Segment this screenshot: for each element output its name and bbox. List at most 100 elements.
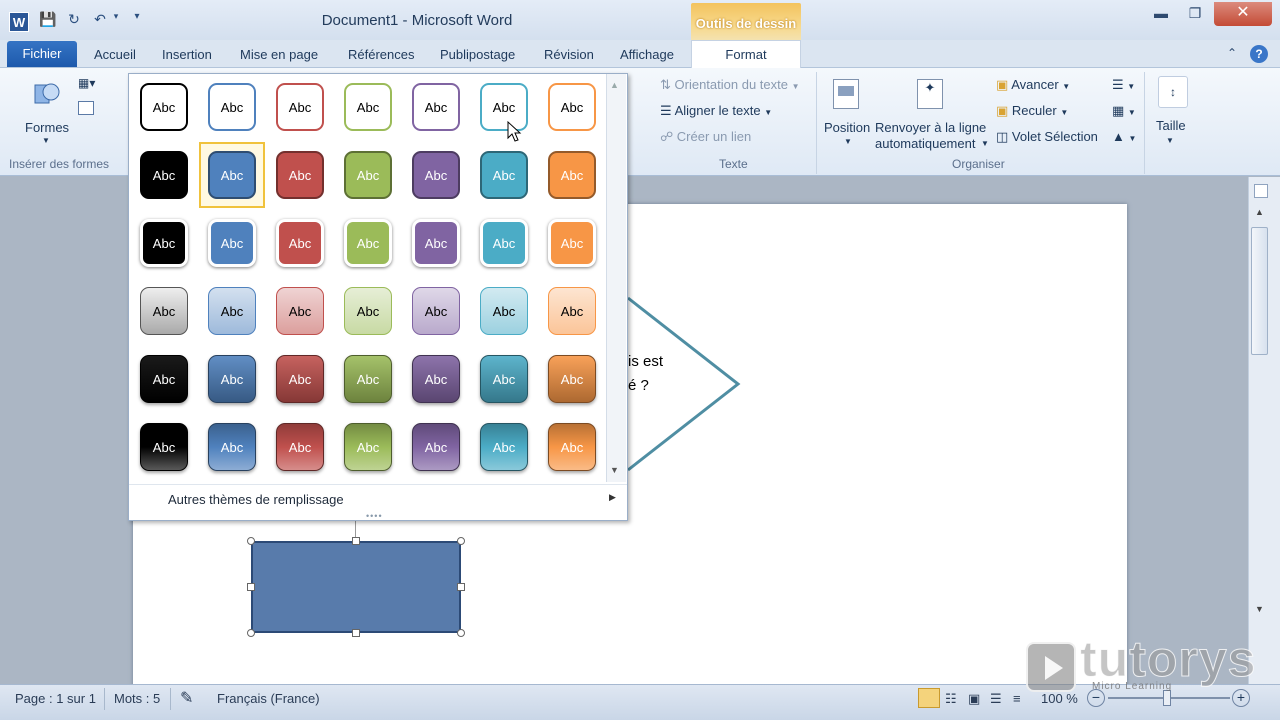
ruler-toggle-icon[interactable]: [1254, 184, 1268, 198]
zoom-slider-thumb[interactable]: [1163, 690, 1171, 706]
resize-handle[interactable]: [457, 629, 465, 637]
view-outline-icon[interactable]: ☰: [990, 691, 1002, 707]
gallery-scroll-up[interactable]: ▲: [610, 80, 619, 90]
minimize-button[interactable]: ▬: [1146, 5, 1176, 25]
tab-format[interactable]: Format: [691, 40, 801, 69]
wrap-text-icon[interactable]: ✦: [917, 79, 943, 109]
tab-revision[interactable]: Révision: [544, 47, 594, 62]
wrap-text-dropdown-icon[interactable]: ▼: [981, 139, 989, 148]
resize-handle[interactable]: [247, 583, 255, 591]
text-direction-button[interactable]: ⇅ Orientation du texte ▼: [660, 77, 800, 93]
style-swatch[interactable]: Abc: [344, 83, 392, 131]
style-swatch[interactable]: Abc: [208, 219, 256, 267]
send-backward-button[interactable]: ▣ Reculer ▼: [996, 103, 1068, 119]
shapes-icon[interactable]: [32, 80, 62, 108]
style-swatch[interactable]: Abc: [412, 83, 460, 131]
edit-shape-icon[interactable]: ▦▾: [78, 76, 102, 92]
style-swatch[interactable]: Abc: [140, 355, 188, 403]
resize-handle[interactable]: [247, 537, 255, 545]
position-icon[interactable]: [833, 79, 859, 109]
selection-pane-button[interactable]: ◫ Volet Sélection: [996, 129, 1098, 145]
style-swatch[interactable]: Abc: [276, 355, 324, 403]
close-button[interactable]: ✕: [1214, 2, 1272, 26]
style-swatch[interactable]: Abc: [208, 423, 256, 471]
scroll-down-arrow[interactable]: ▼: [1255, 604, 1264, 614]
resize-handle[interactable]: [352, 629, 360, 637]
style-swatch[interactable]: Abc: [276, 219, 324, 267]
gallery-scrollbar[interactable]: [606, 74, 626, 482]
style-swatch[interactable]: Abc: [344, 355, 392, 403]
tab-publipostage[interactable]: Publipostage: [440, 47, 515, 62]
shapes-button-label[interactable]: Formes: [25, 120, 69, 135]
style-swatch[interactable]: Abc: [548, 355, 596, 403]
style-swatch[interactable]: Abc: [208, 83, 256, 131]
tab-references[interactable]: Références: [348, 47, 414, 62]
style-swatch[interactable]: Abc: [412, 287, 460, 335]
tab-insertion[interactable]: Insertion: [162, 47, 212, 62]
view-print-layout-icon[interactable]: [918, 688, 940, 708]
align-text-button[interactable]: ☰ Aligner le texte ▼: [660, 103, 772, 119]
style-swatch[interactable]: Abc: [412, 151, 460, 199]
style-swatch[interactable]: Abc: [480, 219, 528, 267]
style-swatch[interactable]: Abc: [276, 151, 324, 199]
style-swatch[interactable]: Abc: [480, 287, 528, 335]
create-link-button[interactable]: ☍ Créer un lien: [660, 129, 751, 145]
selected-rectangle-shape[interactable]: [251, 541, 461, 633]
text-box-icon[interactable]: [78, 101, 94, 115]
proofing-icon[interactable]: ✎: [180, 688, 193, 708]
style-swatch[interactable]: Abc: [548, 287, 596, 335]
size-icon[interactable]: ↕: [1158, 76, 1188, 108]
tab-accueil[interactable]: Accueil: [94, 47, 136, 62]
collapse-ribbon-icon[interactable]: ⌃: [1227, 46, 1237, 60]
zoom-in-button[interactable]: +: [1232, 689, 1250, 707]
style-swatch[interactable]: Abc: [548, 219, 596, 267]
style-swatch[interactable]: Abc: [412, 423, 460, 471]
tab-file[interactable]: Fichier: [7, 41, 77, 67]
resize-handle[interactable]: [457, 583, 465, 591]
resize-handle[interactable]: [352, 537, 360, 545]
style-swatch[interactable]: Abc: [480, 423, 528, 471]
style-swatch[interactable]: Abc: [412, 219, 460, 267]
style-swatch[interactable]: Abc: [208, 355, 256, 403]
style-swatch[interactable]: Abc: [140, 423, 188, 471]
word-count[interactable]: Mots : 5: [114, 691, 160, 706]
style-swatch[interactable]: Abc: [140, 287, 188, 335]
group-icon[interactable]: ▦ ▼: [1112, 103, 1136, 119]
scroll-up-arrow[interactable]: ▲: [1255, 207, 1264, 217]
position-label[interactable]: Position: [824, 120, 870, 135]
style-swatch[interactable]: Abc: [548, 423, 596, 471]
view-web-icon[interactable]: ▣: [968, 691, 980, 707]
page-count[interactable]: Page : 1 sur 1: [15, 691, 96, 706]
style-swatch[interactable]: Abc: [480, 355, 528, 403]
zoom-level[interactable]: 100 %: [1041, 691, 1078, 706]
size-dropdown-icon[interactable]: ▼: [1166, 136, 1174, 145]
gallery-resize-grip[interactable]: ••••: [366, 511, 383, 521]
style-swatch[interactable]: Abc: [140, 83, 188, 131]
style-swatch[interactable]: Abc: [140, 219, 188, 267]
style-swatch[interactable]: Abc: [344, 151, 392, 199]
style-swatch[interactable]: Abc: [548, 151, 596, 199]
position-dropdown-icon[interactable]: ▼: [844, 137, 852, 146]
language-indicator[interactable]: Français (France): [217, 691, 320, 706]
tab-affichage[interactable]: Affichage: [620, 47, 674, 62]
style-swatch[interactable]: Abc: [344, 423, 392, 471]
style-swatch[interactable]: Abc: [208, 151, 256, 199]
view-reading-icon[interactable]: ☷: [945, 691, 957, 707]
maximize-button[interactable]: ❐: [1180, 5, 1210, 25]
style-swatch[interactable]: Abc: [412, 355, 460, 403]
rotate-icon[interactable]: ▲ ▼: [1112, 129, 1136, 144]
wrap-text-label-2[interactable]: automatiquement: [875, 136, 975, 151]
style-swatch[interactable]: Abc: [276, 423, 324, 471]
help-icon[interactable]: ?: [1250, 45, 1268, 63]
style-swatch[interactable]: Abc: [344, 287, 392, 335]
style-swatch[interactable]: Abc: [208, 287, 256, 335]
scroll-thumb[interactable]: [1251, 227, 1268, 355]
wrap-text-label-1[interactable]: Renvoyer à la ligne: [875, 120, 986, 135]
tab-mise-en-page[interactable]: Mise en page: [240, 47, 318, 62]
resize-handle[interactable]: [457, 537, 465, 545]
style-swatch[interactable]: Abc: [276, 287, 324, 335]
shapes-dropdown-icon[interactable]: ▼: [42, 136, 50, 145]
resize-handle[interactable]: [247, 629, 255, 637]
align-icon[interactable]: ☰ ▼: [1112, 77, 1135, 93]
size-label[interactable]: Taille: [1156, 118, 1186, 133]
